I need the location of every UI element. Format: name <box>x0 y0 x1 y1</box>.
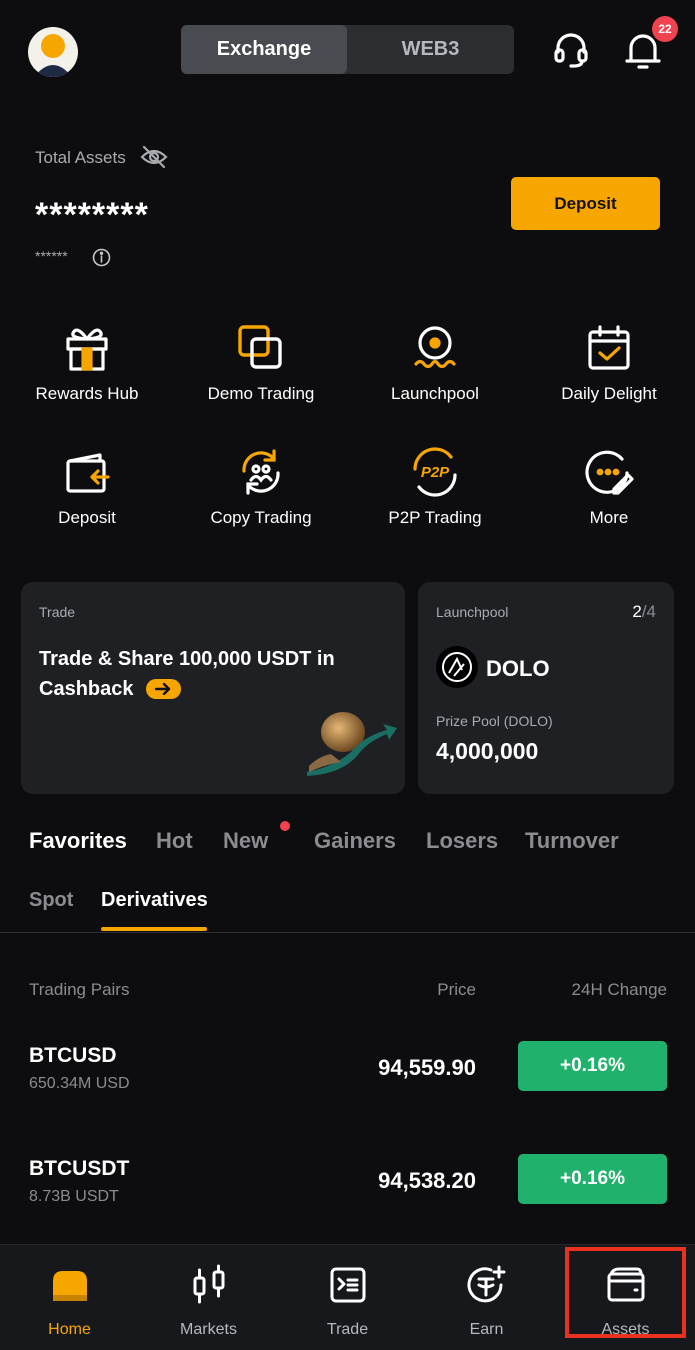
nav-label: Home <box>48 1321 91 1338</box>
pair-volume: 650.34M USD <box>29 1075 130 1092</box>
copy-trading-icon <box>235 446 287 498</box>
deposit-button[interactable]: Deposit <box>511 177 660 230</box>
column-header-price: Price <box>437 980 476 999</box>
quick-action-rewards-hub[interactable]: Rewards Hub <box>0 322 174 404</box>
promo-tag: Launchpool <box>436 604 509 620</box>
promo-title-line1: Trade & Share 100,000 USDT in <box>39 648 335 670</box>
deposit-icon <box>61 446 113 498</box>
pair-price: 94,559.90 <box>378 1055 476 1080</box>
total-assets-label: Total Assets <box>35 148 126 167</box>
quick-action-label: Daily Delight <box>561 384 657 403</box>
quick-action-p2p-trading[interactable]: P2P P2P Trading <box>348 446 522 528</box>
carousel-indicator: 2/4 <box>632 602 656 622</box>
divider <box>0 932 695 933</box>
promo-card-trade[interactable]: Trade Trade & Share 100,000 USDT in Cash… <box>21 582 405 794</box>
notification-badge: 22 <box>652 16 678 42</box>
total-assets-value: ******** <box>35 196 149 234</box>
prize-pool-label: Prize Pool (DOLO) <box>436 713 553 729</box>
quick-action-more[interactable]: More <box>522 446 695 528</box>
avatar[interactable] <box>28 27 78 77</box>
tab-exchange[interactable]: Exchange <box>181 25 347 74</box>
promo-tag: Trade <box>39 604 76 620</box>
quick-action-label: P2P Trading <box>388 508 482 527</box>
headset-icon <box>554 33 588 68</box>
nav-label: Trade <box>326 1321 369 1338</box>
pair-change[interactable]: +0.16% <box>518 1041 667 1091</box>
quick-action-label: Demo Trading <box>207 384 315 403</box>
nav-label: Earn <box>469 1321 504 1338</box>
tab-favorites[interactable]: Favorites <box>29 828 127 854</box>
tab-turnover[interactable]: Turnover <box>525 828 619 854</box>
exchange-web3-switch: Exchange WEB3 <box>181 25 514 74</box>
hide-balance-button[interactable] <box>140 144 170 172</box>
table-row[interactable]: BTCUSDT 8.73B USDT 94,538.20 +0.16% <box>0 1143 695 1219</box>
quick-action-label: Rewards Hub <box>35 384 139 403</box>
trade-icon <box>326 1263 370 1307</box>
quick-action-daily-delight[interactable]: Daily Delight <box>522 322 695 404</box>
token-name: DOLO <box>486 656 550 681</box>
promo-title: Trade & Share 100,000 USDT in Cashback <box>39 644 379 704</box>
pair-volume: 8.73B USDT <box>29 1188 119 1205</box>
subtab-derivatives[interactable]: Derivatives <box>101 889 208 912</box>
carousel-current: 2 <box>632 602 642 621</box>
demo-trading-icon <box>235 322 287 374</box>
calendar-check-icon <box>583 322 635 374</box>
tab-web3[interactable]: WEB3 <box>347 25 514 74</box>
arrow-right-icon <box>145 679 181 699</box>
total-assets-sub-value: ****** <box>35 248 68 264</box>
eye-off-icon <box>140 145 168 169</box>
quick-action-label: Copy Trading <box>210 508 312 527</box>
carousel-total: /4 <box>641 602 656 621</box>
svg-text:P2P: P2P <box>421 464 450 481</box>
coin-illustration <box>307 712 397 776</box>
gift-icon <box>61 322 113 374</box>
promo-title-line2: Cashback <box>39 678 134 700</box>
new-indicator-dot <box>280 821 290 831</box>
pair-name: BTCUSDT <box>29 1157 130 1180</box>
nav-trade[interactable]: Trade <box>278 1245 417 1350</box>
quick-action-copy-trading[interactable]: Copy Trading <box>174 446 348 528</box>
prize-pool-value: 4,000,000 <box>436 738 539 764</box>
pair-name: BTCUSD <box>29 1044 117 1067</box>
quick-action-deposit[interactable]: Deposit <box>0 446 174 528</box>
promo-card-launchpool[interactable]: Launchpool 2/4 DOLO Prize Pool (DOLO) 4,… <box>418 582 674 794</box>
avatar-icon <box>34 34 72 77</box>
table-row[interactable]: BTCUSD 650.34M USD 94,559.90 +0.16% <box>0 1030 695 1106</box>
info-icon <box>92 248 111 267</box>
dolo-token-icon <box>436 646 478 688</box>
earn-icon <box>465 1263 509 1307</box>
quick-action-label: Launchpool <box>391 384 479 403</box>
p2p-icon: P2P <box>409 446 461 498</box>
launchpool-icon <box>409 322 461 374</box>
column-header-change: 24H Change <box>571 980 667 999</box>
home-icon <box>48 1263 92 1307</box>
nav-label: Markets <box>180 1321 237 1338</box>
candlestick-icon <box>187 1263 231 1307</box>
tab-new[interactable]: New <box>223 828 268 854</box>
subtab-underline <box>101 927 207 931</box>
quick-action-demo-trading[interactable]: Demo Trading <box>174 322 348 404</box>
nav-home[interactable]: Home <box>0 1245 139 1350</box>
quick-action-label: Deposit <box>58 508 116 527</box>
quick-action-label: More <box>589 508 629 527</box>
support-button[interactable] <box>548 27 594 73</box>
info-button[interactable] <box>92 248 112 268</box>
pair-price: 94,538.20 <box>378 1168 476 1193</box>
tab-gainers[interactable]: Gainers <box>314 828 396 854</box>
nav-earn[interactable]: Earn <box>417 1245 556 1350</box>
more-icon <box>583 446 635 498</box>
nav-markets[interactable]: Markets <box>139 1245 278 1350</box>
pair-change[interactable]: +0.16% <box>518 1154 667 1204</box>
subtab-spot[interactable]: Spot <box>29 889 73 912</box>
column-header-pairs: Trading Pairs <box>29 980 130 999</box>
tab-hot[interactable]: Hot <box>156 828 193 854</box>
quick-action-launchpool[interactable]: Launchpool <box>348 322 522 404</box>
assets-highlight-box <box>565 1247 686 1338</box>
tab-losers[interactable]: Losers <box>426 828 498 854</box>
